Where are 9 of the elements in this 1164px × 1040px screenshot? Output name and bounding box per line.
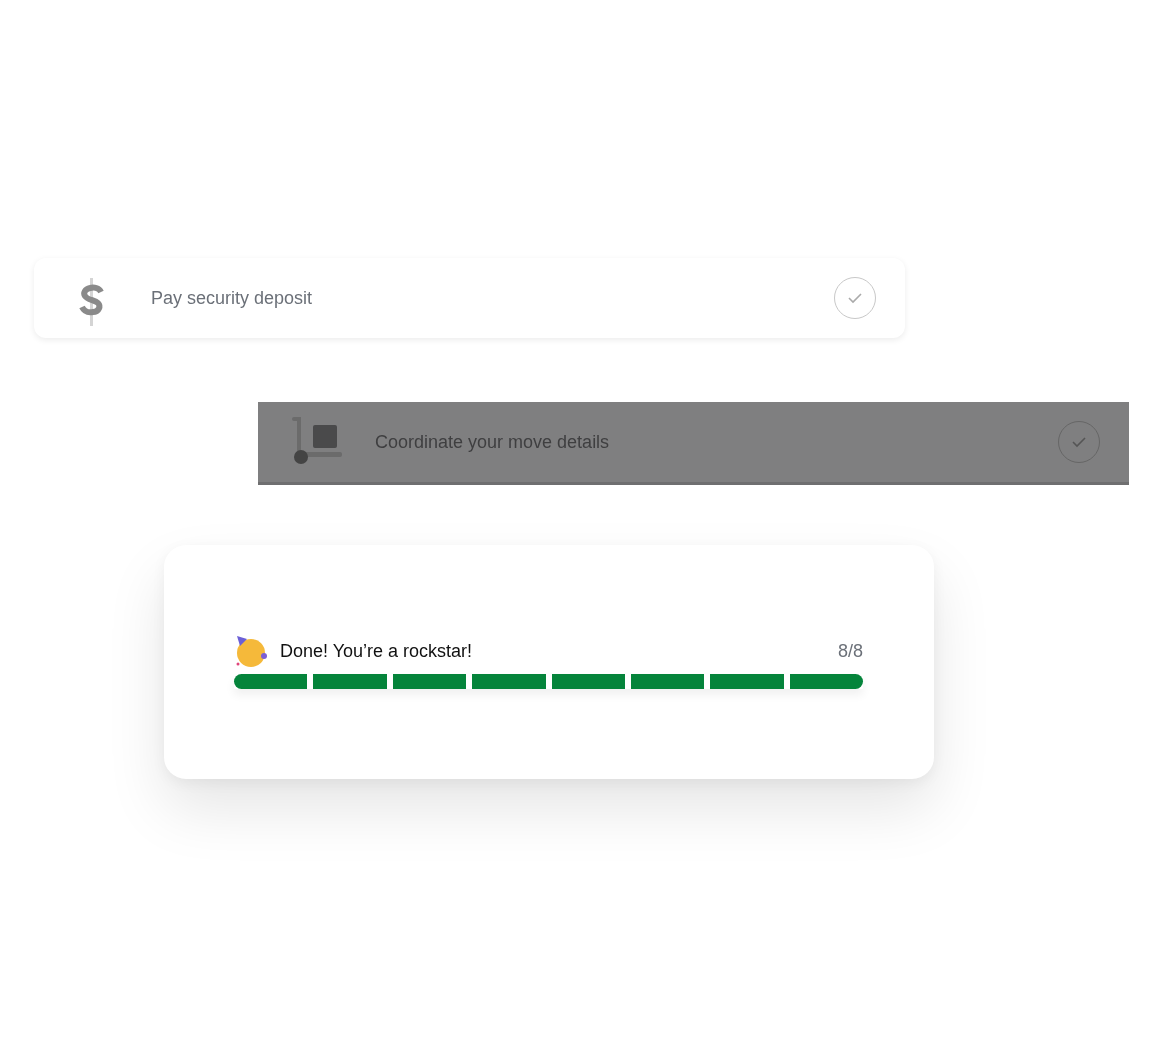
task-label: Pay security deposit <box>151 287 314 309</box>
task-label: Coordinate your move details <box>375 431 611 453</box>
hand-truck-icon <box>292 417 342 467</box>
dollar-icon <box>78 278 106 326</box>
progress-count: 8/8 <box>837 640 863 662</box>
progress-message: Done! You’re a rockstar! <box>280 640 474 662</box>
party-emoji-icon <box>234 634 268 668</box>
task-card[interactable]: Pay security deposit <box>34 258 905 338</box>
task-card[interactable]: Coordinate your move details <box>258 402 1129 482</box>
